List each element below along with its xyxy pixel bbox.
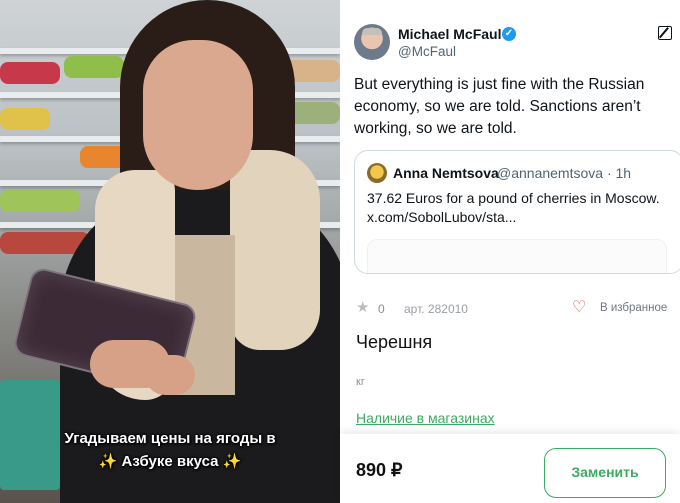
video-frame[interactable]: Угадываем цены на ягоды в ✨ Азбуке вкуса… bbox=[0, 0, 340, 503]
quote-author-handle: @annanemtsova · 1h bbox=[497, 165, 632, 181]
quote-media-preview bbox=[367, 239, 667, 273]
article-number: арт. 282010 bbox=[404, 302, 468, 316]
produce-crate bbox=[64, 56, 124, 78]
grok-icon[interactable] bbox=[658, 26, 672, 40]
quote-text-line: 37.62 Euros for a pound of cherries in M… bbox=[367, 190, 660, 206]
verified-badge-icon: ✓ bbox=[502, 27, 516, 41]
produce-crate bbox=[0, 108, 50, 130]
store-availability-link[interactable]: Наличие в магазинах bbox=[356, 410, 495, 426]
tweet-text: But everything is just fine with the Rus… bbox=[354, 76, 645, 137]
heart-icon[interactable]: ♡ bbox=[572, 300, 586, 316]
person-hand bbox=[145, 355, 195, 395]
jacket-collar bbox=[230, 150, 320, 350]
author-handle[interactable]: @McFaul bbox=[398, 44, 456, 59]
screenshot-composite: Угадываем цены на ягоды в ✨ Азбуке вкуса… bbox=[0, 0, 680, 503]
video-caption-line-1: Угадываем цены на ягоды в bbox=[64, 430, 276, 447]
produce-crate bbox=[0, 190, 80, 212]
video-caption-line-2: ✨ Азбуке вкуса ✨ bbox=[98, 453, 242, 470]
replace-button[interactable]: Заменить bbox=[544, 448, 666, 498]
quote-link[interactable]: x.com/SobolLubov/sta... bbox=[367, 208, 667, 227]
purchase-bar: 890 ₽ Заменить bbox=[340, 434, 680, 503]
person-face bbox=[143, 40, 253, 190]
author-avatar[interactable] bbox=[354, 24, 390, 60]
author-name[interactable]: Michael McFaul bbox=[398, 26, 501, 42]
quote-author-avatar bbox=[367, 163, 387, 183]
quoted-tweet-card[interactable]: Anna Nemtsova @annanemtsova · 1h 37.62 E… bbox=[354, 150, 680, 274]
product-meta-row: ★ 0 арт. 282010 ♡ В избранное bbox=[356, 300, 676, 318]
product-unit: кг bbox=[356, 376, 365, 388]
content-panel: Michael McFaul ✓ @McFaul But everything … bbox=[340, 0, 680, 503]
product-title: Черешня bbox=[356, 332, 433, 352]
produce-crate bbox=[0, 62, 60, 84]
quote-author-name: Anna Nemtsova bbox=[393, 165, 499, 181]
star-icon[interactable]: ★ bbox=[356, 300, 369, 316]
add-to-favorites-button[interactable]: В избранное bbox=[600, 302, 667, 314]
rating-count: 0 bbox=[378, 302, 385, 316]
product-price: 890 ₽ bbox=[356, 460, 403, 480]
quote-text: 37.62 Euros for a pound of cherries in M… bbox=[367, 189, 667, 227]
